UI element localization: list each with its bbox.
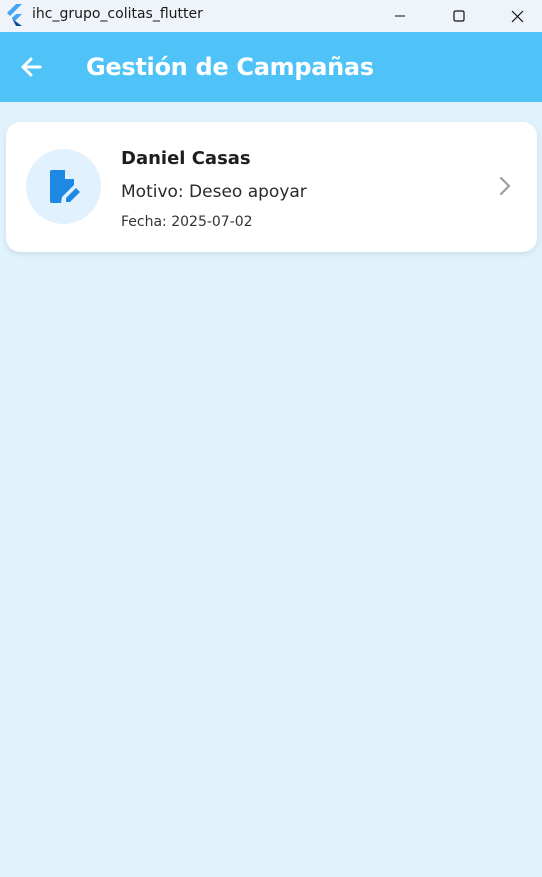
card-fecha: Fecha: 2025-07-02	[121, 214, 253, 230]
avatar	[26, 149, 101, 224]
document-edit-icon	[49, 169, 80, 203]
maximize-icon	[452, 10, 465, 22]
minimize-icon	[394, 15, 405, 17]
window-titlebar: ihc_grupo_colitas_flutter	[0, 0, 542, 32]
window-title: ihc_grupo_colitas_flutter	[32, 6, 203, 22]
close-button[interactable]	[488, 0, 542, 32]
chevron-right-icon	[496, 175, 514, 197]
card-motivo: Motivo: Deseo apoyar	[121, 182, 307, 202]
app-bar: Gestión de Campañas	[0, 32, 542, 102]
maximize-button[interactable]	[429, 0, 488, 32]
close-icon	[511, 10, 524, 22]
back-button[interactable]	[14, 51, 48, 83]
flutter-logo-icon	[7, 4, 22, 26]
arrow-back-icon	[21, 57, 42, 77]
page-title: Gestión de Campañas	[86, 53, 374, 81]
card-name: Daniel Casas	[121, 148, 251, 169]
minimize-button[interactable]	[370, 0, 429, 32]
campaign-card[interactable]: Daniel Casas Motivo: Deseo apoyar Fecha:…	[6, 122, 537, 252]
